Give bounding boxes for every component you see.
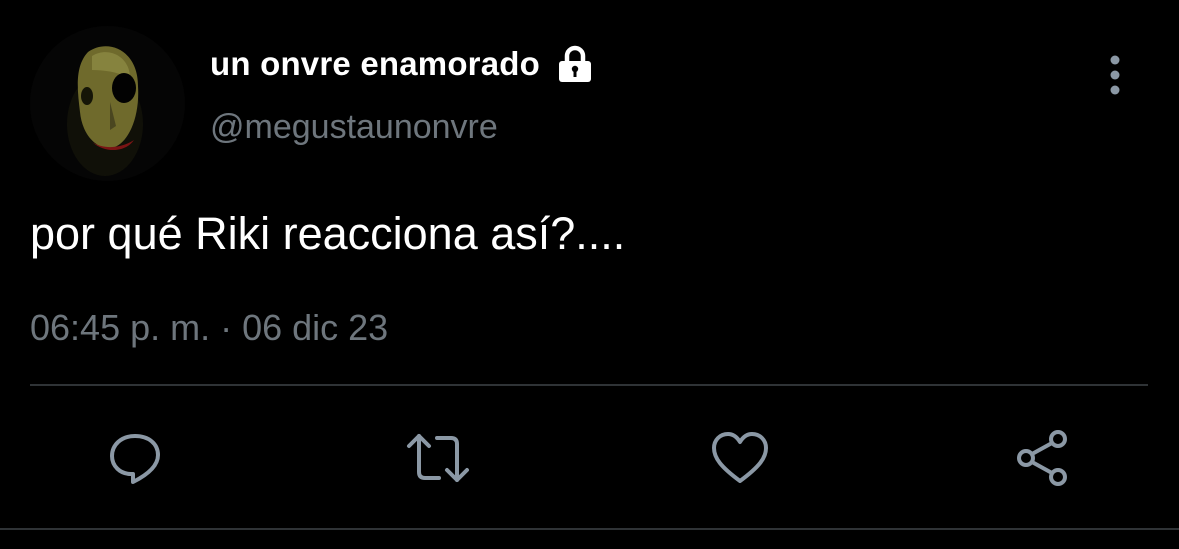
lock-icon [556,44,594,84]
divider [30,384,1148,386]
share-icon [1017,430,1067,486]
avatar[interactable] [30,26,185,181]
author-name-row: un onvre enamorado [210,40,594,88]
handle[interactable]: @megustaunonvre [210,108,498,147]
retweet-icon [407,434,469,482]
timestamp[interactable]: 06:45 p. m. · 06 dic 23 [30,307,388,349]
share-button[interactable] [1010,425,1076,491]
retweet-button[interactable] [405,425,471,491]
bottom-divider [0,528,1179,530]
display-name[interactable]: un onvre enamorado [210,45,540,83]
tweet-text: por qué Riki reacciona así?.... [30,208,626,259]
heart-icon [712,432,768,483]
reply-icon [110,434,160,484]
reply-button[interactable] [102,425,168,491]
more-vertical-icon [1110,55,1120,95]
like-button[interactable] [707,425,773,491]
more-options-button[interactable] [1095,52,1135,98]
